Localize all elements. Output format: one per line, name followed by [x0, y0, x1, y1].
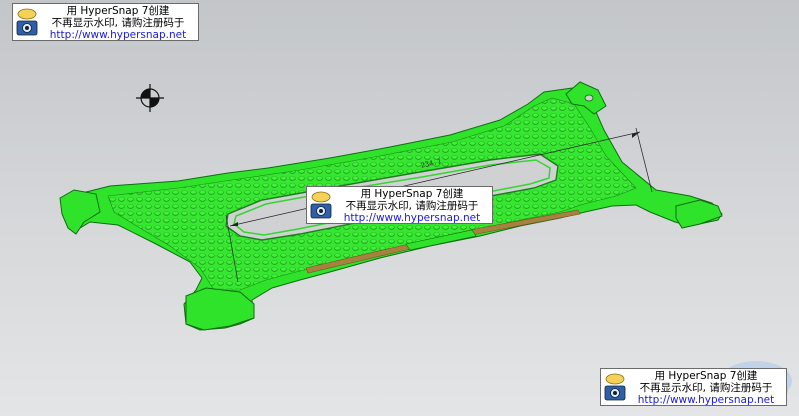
corner-foot-left-back[interactable] — [59, 189, 101, 235]
watermark-line-1: 用 HyperSnap 7创建 — [654, 370, 758, 382]
watermark-line-2: 不再显示水印, 请购注册码于 — [51, 17, 185, 29]
watermark-line-2: 不再显示水印, 请购注册码于 — [639, 382, 773, 394]
watermark-link: http://www.hypersnap.net — [637, 394, 775, 406]
watermark-line-2: 不再显示水印, 请购注册码于 — [345, 200, 479, 212]
camera-icon — [16, 8, 38, 36]
crosshair-icon — [136, 84, 164, 112]
hypersnap-watermark-bottom: 用 HyperSnap 7创建 不再显示水印, 请购注册码于 http://ww… — [600, 368, 787, 406]
camera-icon — [604, 373, 626, 401]
watermark-line-1: 用 HyperSnap 7创建 — [360, 188, 464, 200]
cad-viewport[interactable]: 234.1 用 HyperSnap 7创建 不再显示水印, 请购注册码于 htt… — [0, 0, 799, 416]
mounting-tab-hole — [584, 94, 594, 102]
camera-icon — [310, 191, 332, 219]
hypersnap-watermark-top: 用 HyperSnap 7创建 不再显示水印, 请购注册码于 http://ww… — [12, 3, 199, 41]
corner-foot-right-front[interactable] — [675, 199, 723, 229]
watermark-link: http://www.hypersnap.net — [49, 29, 187, 41]
watermark-link: http://www.hypersnap.net — [343, 212, 481, 224]
hypersnap-watermark-center: 用 HyperSnap 7创建 不再显示水印, 请购注册码于 http://ww… — [306, 186, 493, 224]
watermark-line-1: 用 HyperSnap 7创建 — [66, 5, 170, 17]
